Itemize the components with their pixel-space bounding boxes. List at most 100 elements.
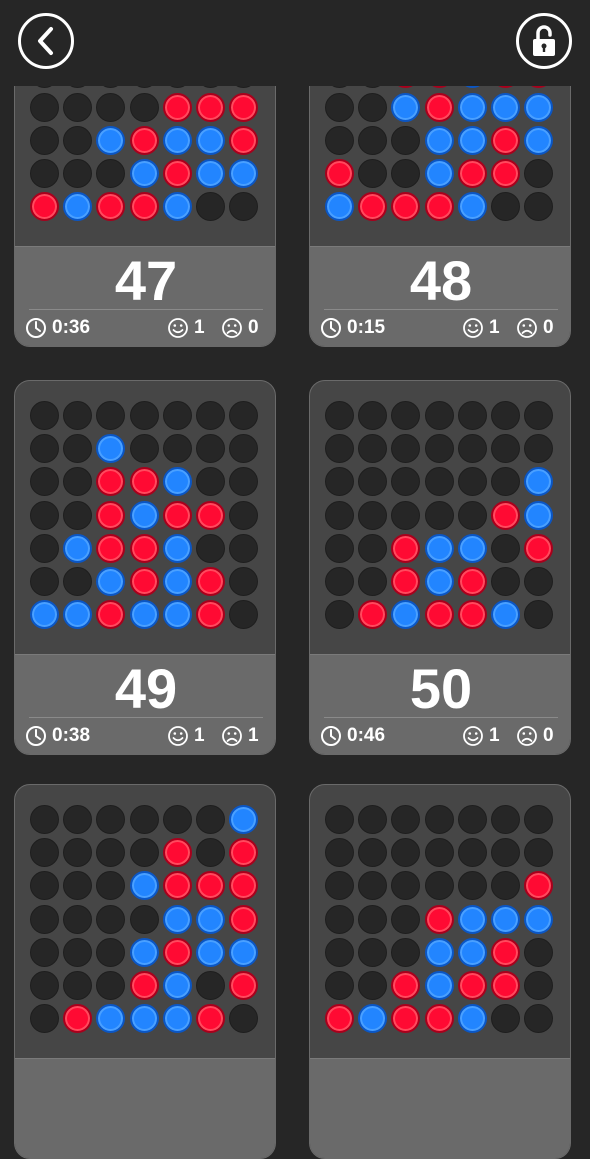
card-footer: 47 0:36 1 0 xyxy=(15,246,275,346)
red-disc xyxy=(491,500,520,530)
red-disc xyxy=(358,600,388,630)
losses-count: 1 xyxy=(248,725,259,746)
red-disc xyxy=(229,971,259,1000)
empty-slot xyxy=(30,1004,59,1034)
blue-disc xyxy=(457,92,487,122)
empty-slot xyxy=(30,838,59,868)
empty-slot xyxy=(63,401,93,430)
red-disc xyxy=(457,567,487,596)
red-disc xyxy=(457,971,487,1000)
blue-disc xyxy=(196,125,225,155)
blue-disc xyxy=(457,533,487,563)
red-disc xyxy=(391,567,421,596)
unlock-button[interactable] xyxy=(516,13,572,69)
blue-disc xyxy=(196,937,225,967)
clock-icon xyxy=(321,318,341,338)
puzzle-card[interactable] xyxy=(14,784,276,1159)
empty-slot xyxy=(63,937,93,967)
red-disc xyxy=(229,92,259,122)
sad-face-icon xyxy=(517,726,537,746)
empty-slot xyxy=(491,192,520,222)
empty-slot xyxy=(524,971,554,1000)
empty-slot xyxy=(358,467,388,497)
empty-slot xyxy=(358,500,388,530)
empty-slot xyxy=(457,500,487,530)
empty-slot xyxy=(391,467,421,497)
empty-slot xyxy=(196,805,225,834)
puzzle-card[interactable]: 49 0:38 1 1 xyxy=(14,380,276,755)
red-disc xyxy=(491,937,520,967)
empty-slot xyxy=(229,434,259,464)
empty-slot xyxy=(325,600,354,630)
empty-slot xyxy=(63,971,93,1000)
blue-disc xyxy=(524,125,554,155)
empty-slot xyxy=(129,434,159,464)
blue-disc xyxy=(63,600,93,630)
chevron-left-icon xyxy=(38,27,53,55)
red-disc xyxy=(129,467,159,497)
unlocked-padlock-icon xyxy=(533,25,555,56)
wins-count: 1 xyxy=(194,725,205,746)
blue-disc xyxy=(196,159,225,188)
blue-disc xyxy=(63,533,93,563)
empty-slot xyxy=(424,401,454,430)
empty-slot xyxy=(229,401,259,430)
wins-stat: 1 xyxy=(462,723,500,749)
back-button[interactable] xyxy=(18,13,74,69)
empty-slot xyxy=(424,434,454,464)
puzzle-card[interactable]: 50 0:46 1 0 xyxy=(309,380,571,755)
empty-slot xyxy=(491,467,520,497)
empty-slot xyxy=(358,904,388,934)
empty-slot xyxy=(129,401,159,430)
blue-disc xyxy=(524,467,554,497)
empty-slot xyxy=(424,467,454,497)
empty-slot xyxy=(524,567,554,596)
clock-icon xyxy=(321,726,341,746)
empty-slot xyxy=(325,434,354,464)
blue-disc xyxy=(457,192,487,222)
stats-row: 0:38 1 1 xyxy=(25,723,267,749)
footer-divider xyxy=(29,309,263,310)
empty-slot xyxy=(96,805,126,834)
clock-icon xyxy=(26,726,46,746)
empty-slot xyxy=(358,125,388,155)
losses-stat: 1 xyxy=(221,723,259,749)
losses-count: 0 xyxy=(543,725,554,746)
blue-disc xyxy=(457,125,487,155)
wins-stat: 1 xyxy=(167,315,205,341)
red-disc xyxy=(424,600,454,630)
blue-disc xyxy=(491,92,520,122)
red-disc xyxy=(391,533,421,563)
empty-slot xyxy=(391,159,421,188)
empty-slot xyxy=(30,971,59,1000)
blue-disc xyxy=(457,937,487,967)
empty-slot xyxy=(325,401,354,430)
empty-slot xyxy=(30,567,59,596)
empty-slot xyxy=(325,125,354,155)
empty-slot xyxy=(30,500,59,530)
red-disc xyxy=(196,92,225,122)
red-disc xyxy=(30,192,59,222)
blue-disc xyxy=(162,125,192,155)
puzzle-number: 48 xyxy=(409,249,473,312)
empty-slot xyxy=(96,871,126,901)
blue-disc xyxy=(424,125,454,155)
stats-row: 0:15 1 0 xyxy=(320,315,562,341)
smiley-face-icon xyxy=(463,318,483,338)
empty-slot xyxy=(325,467,354,497)
red-disc xyxy=(162,871,192,901)
empty-slot xyxy=(491,838,520,868)
blue-disc xyxy=(30,600,59,630)
puzzle-card[interactable] xyxy=(309,784,571,1159)
red-disc xyxy=(358,192,388,222)
blue-disc xyxy=(129,600,159,630)
empty-slot xyxy=(96,159,126,188)
red-disc xyxy=(96,533,126,563)
empty-slot xyxy=(196,971,225,1000)
red-disc xyxy=(196,567,225,596)
empty-slot xyxy=(491,567,520,596)
red-disc xyxy=(129,125,159,155)
card-footer xyxy=(15,1058,275,1158)
empty-slot xyxy=(358,937,388,967)
time-value: 0:15 xyxy=(347,317,386,338)
